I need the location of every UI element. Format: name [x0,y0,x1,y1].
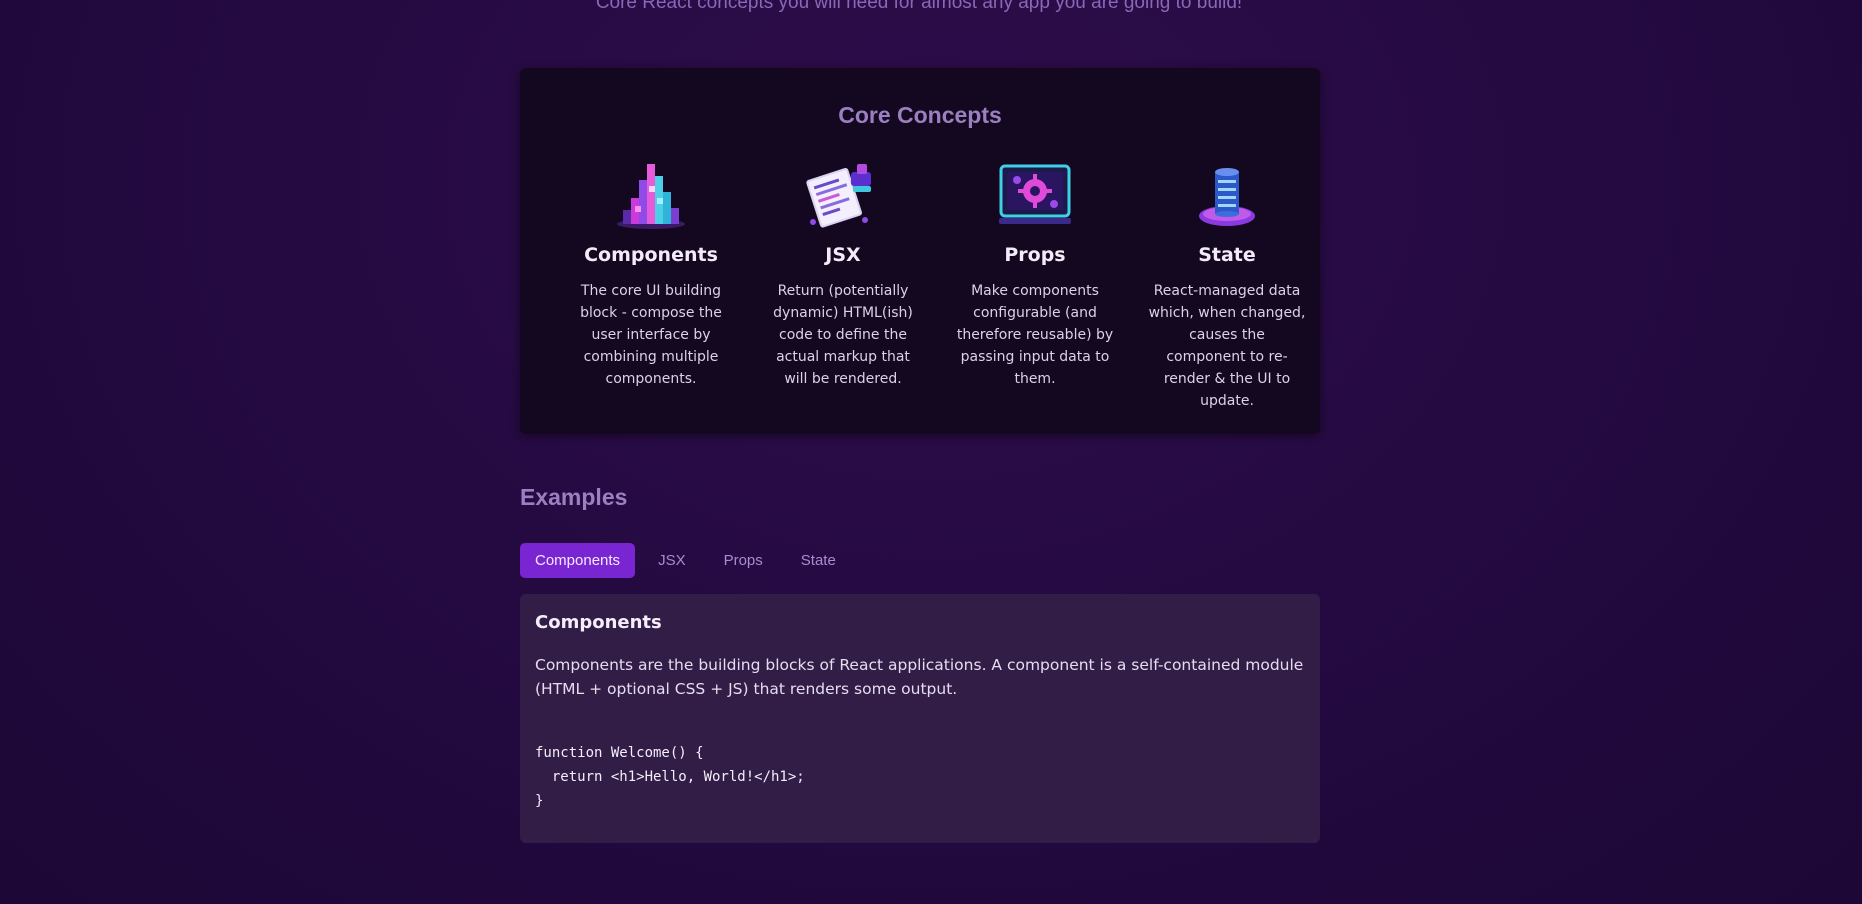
core-concepts-title: Core Concepts [838,102,1002,128]
tab-content-panel: Components Components are the building b… [520,594,1320,843]
tab-state[interactable]: State [786,543,851,578]
page-subtitle: Core React concepts you will need for al… [595,0,1243,13]
tab-props[interactable]: Props [709,543,778,578]
tab-jsx[interactable]: JSX [643,543,701,578]
concept-description: Make components configurable (and theref… [956,283,1114,387]
state-illustration-icon [1199,168,1255,226]
jsx-illustration-icon [806,164,871,228]
tab-content-title: Components [535,612,662,633]
concept-item-props: Props Make components configurable (and … [939,158,1131,412]
code-block: function Welcome() { return <h1>Hello, W… [535,745,805,809]
concept-item-state: State React-managed data which, when cha… [1131,158,1323,412]
concept-description: React-managed data which, when changed, … [1148,283,1306,409]
concept-item-components: Components The core UI building block - … [555,158,747,412]
concept-title: Components [584,244,718,266]
concept-item-jsx: JSX Return (potentially dynamic) HTML(is… [747,158,939,412]
tab-components[interactable]: Components [520,543,636,578]
props-illustration-icon [999,164,1071,224]
tab-content-description: Components are the building blocks of Re… [535,656,1304,698]
components-illustration-icon [617,164,685,229]
concept-description: Return (potentially dynamic) HTML(ish) c… [773,283,913,387]
concept-title: State [1198,244,1256,266]
concept-description: The core UI building block - compose the… [580,283,722,387]
concept-title: Props [1004,244,1066,266]
examples-tab-bar: Components JSX Props State [520,543,851,578]
concept-title: JSX [825,244,861,266]
concept-list: Components The core UI building block - … [555,158,1325,412]
core-concepts-section: Core Concepts Components The core UI bui… [520,68,1320,434]
examples-title: Examples [520,484,628,510]
